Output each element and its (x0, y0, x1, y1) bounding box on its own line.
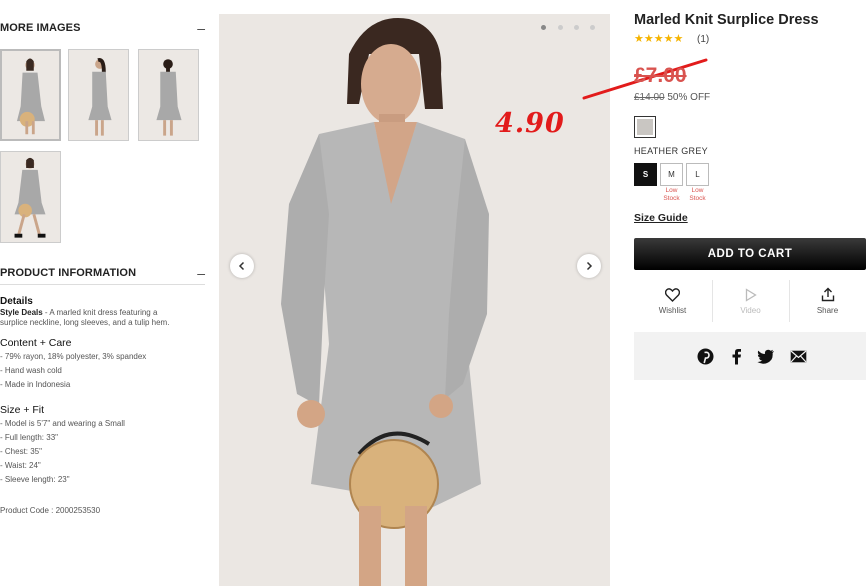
carousel-dot-1[interactable] (541, 25, 546, 30)
pinterest-icon[interactable] (696, 347, 714, 365)
size-option-s[interactable]: S (634, 163, 657, 186)
share-button[interactable]: Share (789, 280, 866, 322)
size-option-m[interactable]: M (660, 163, 683, 186)
low-stock-line: Low (691, 187, 704, 194)
rating-stars-icon[interactable]: ★★★★★ (634, 32, 683, 45)
share-icon (821, 287, 834, 302)
content-heading: Content + Care (0, 337, 72, 349)
content-item: - Hand wash cold (0, 366, 62, 375)
low-stock-line: Stock (663, 195, 680, 202)
content-item: - 79% rayon, 18% polyester, 3% spandex (0, 352, 147, 361)
carousel-dot-3[interactable] (574, 25, 579, 30)
size-fit-section: Size + Fit - Model is 5'7" and wearing a… (0, 404, 125, 487)
collapse-icon[interactable]: – (197, 20, 205, 36)
twitter-icon[interactable] (757, 347, 775, 365)
chevron-right-icon (586, 261, 593, 271)
add-to-cart-button[interactable]: ADD TO CART (634, 238, 866, 270)
share-label: Share (816, 306, 839, 315)
sale-price: £7.00 (634, 64, 687, 87)
more-images-title: MORE IMAGES (0, 22, 81, 34)
carousel-dot-4[interactable] (590, 25, 595, 30)
thumbnail-3[interactable] (138, 49, 199, 141)
chevron-left-icon (238, 261, 245, 271)
collapse-icon[interactable]: – (197, 265, 205, 281)
low-stock-line: Low (665, 187, 678, 194)
video-label: Video (740, 306, 761, 315)
wishlist-button[interactable]: Wishlist (634, 280, 711, 322)
size-heading: Size + Fit (0, 404, 45, 416)
wishlist-label: Wishlist (658, 306, 687, 315)
thumbnail-4[interactable] (0, 151, 61, 243)
facebook-icon[interactable] (727, 347, 745, 365)
size-item: - Sleeve length: 23" (0, 475, 70, 484)
main-product-image[interactable] (219, 14, 610, 586)
details-heading: Details (0, 296, 33, 307)
product-info-header[interactable]: PRODUCT INFORMATION – (0, 263, 205, 283)
details-text: Style Deals - A marled knit dress featur… (0, 308, 205, 328)
size-item: - Full length: 33" (0, 433, 58, 442)
next-image-button[interactable] (577, 254, 601, 278)
prev-image-button[interactable] (230, 254, 254, 278)
product-code: Product Code : 2000253530 (0, 506, 101, 515)
more-images-header[interactable]: MORE IMAGES – (0, 18, 205, 38)
details-line1: - A marled knit dress featuring a (42, 308, 158, 317)
size-option-l[interactable]: L (686, 163, 709, 186)
color-name: HEATHER GREY (634, 146, 708, 156)
original-price: £14.00 (634, 92, 665, 103)
product-panel: Marled Knit Surplice Dress ★★★★★ (1) £7.… (634, 0, 866, 586)
social-share-bar (634, 332, 866, 380)
left-panel: MORE IMAGES – PRODUCT INFORMATION – Deta… (0, 0, 205, 586)
email-icon[interactable] (789, 347, 807, 365)
video-button[interactable]: Video (712, 280, 789, 322)
size-item: - Model is 5'7" and wearing a Small (0, 419, 125, 428)
size-item: - Waist: 24" (0, 461, 41, 470)
details-section: Details Style Deals - A marled knit dres… (0, 296, 205, 328)
heart-icon (665, 288, 680, 302)
product-info-title: PRODUCT INFORMATION (0, 267, 137, 279)
carousel-dot-2[interactable] (558, 25, 563, 30)
play-icon (745, 288, 757, 302)
low-stock-line: Stock (689, 195, 706, 202)
thumbnail-2[interactable] (68, 49, 129, 141)
review-count[interactable]: (1) (697, 34, 709, 45)
thumbnail-1[interactable] (0, 49, 61, 141)
content-care-section: Content + Care - 79% rayon, 18% polyeste… (0, 337, 146, 392)
discount-text: 50% OFF (664, 92, 711, 103)
details-brand: Style Deals (0, 308, 43, 317)
low-stock-note-l: Low Stock (686, 187, 709, 203)
low-stock-note-m: Low Stock (660, 187, 683, 203)
content-item: - Made in Indonesia (0, 380, 71, 389)
details-line2: surplice neckline, long sleeves, and a t… (0, 318, 170, 327)
price-row: £14.00 50% OFF (634, 92, 710, 103)
size-item: - Chest: 35" (0, 447, 42, 456)
color-swatch[interactable] (634, 116, 656, 138)
divider (0, 284, 205, 285)
product-title: Marled Knit Surplice Dress (634, 12, 819, 28)
handwritten-price-annotation: 4.90 (495, 108, 565, 139)
size-guide-link[interactable]: Size Guide (634, 212, 688, 224)
